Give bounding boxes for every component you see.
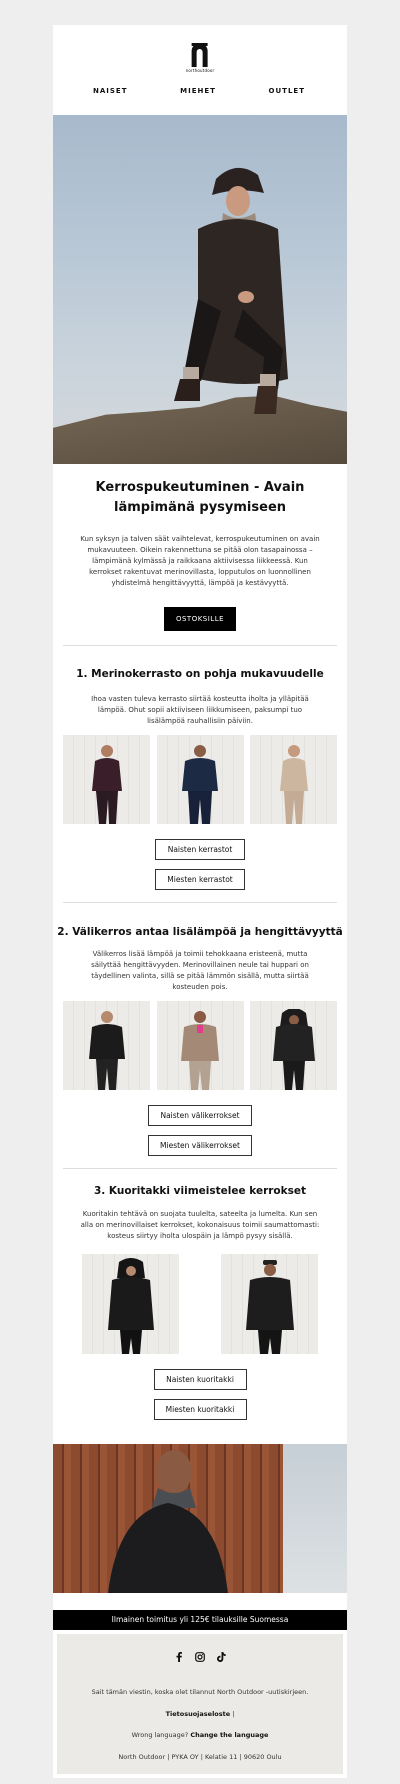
change-language-link[interactable]: Change the language	[190, 1731, 268, 1739]
section2-products	[53, 1001, 347, 1090]
email-container: northoutdoor NAISET MIEHET OUTLET Kerros…	[53, 25, 347, 1778]
brand-logo[interactable]: northoutdoor	[186, 43, 215, 73]
divider	[63, 645, 337, 646]
product-image-men-shell-jacket[interactable]	[221, 1254, 318, 1354]
company-address: North Outdoor | PYKA OY | Kelatie 11 | 9…	[118, 1753, 282, 1761]
mens-midlayers-button[interactable]: Miesten välikerrokset	[148, 1135, 252, 1156]
instagram-icon[interactable]	[194, 1652, 205, 1665]
product-image-women-base-layer-beige[interactable]	[250, 735, 337, 824]
womens-midlayers-button[interactable]: Naisten välikerrokset	[148, 1105, 252, 1126]
product-image-women-base-layer[interactable]	[63, 735, 150, 824]
privacy-policy-link[interactable]: Tietosuojaseloste	[166, 1710, 231, 1718]
social-links	[57, 1652, 343, 1665]
section3-products	[53, 1254, 347, 1354]
product-image-women-shell-jacket[interactable]	[82, 1254, 179, 1354]
email-header: northoutdoor NAISET MIEHET OUTLET	[53, 25, 347, 115]
hero-person-illustration	[174, 167, 288, 414]
nav-outlet[interactable]: OUTLET	[269, 87, 305, 95]
section2-body: Välikerros lisää lämpöä ja toimii tehokk…	[91, 950, 309, 991]
mens-base-layers-button[interactable]: Miesten kerrastot	[155, 869, 245, 890]
product-image-hoodie-black[interactable]	[250, 1001, 337, 1090]
divider	[63, 1168, 337, 1169]
banner-person-illustration	[108, 1450, 228, 1593]
section1-body: Ihoa vasten tuleva kerrasto siirtää kost…	[91, 695, 309, 725]
facebook-icon[interactable]	[175, 1652, 183, 1665]
product-image-men-base-layer[interactable]	[156, 735, 244, 824]
womens-base-layers-button[interactable]: Naisten kerrastot	[155, 839, 245, 860]
email-footer: Sait tämän viestin, koska olet tilannut …	[57, 1634, 343, 1774]
privacy-separator: |	[230, 1710, 235, 1718]
wrong-language-text: Wrong language?	[131, 1731, 189, 1739]
privacy-line: Tietosuojaseloste |	[57, 1709, 343, 1719]
section3-title: 3. Kuoritakki viimeistelee kerrokset	[93, 1185, 307, 1197]
logo-mark-icon	[191, 43, 208, 67]
intro-title: Kerrospukeutuminen - Avain lämpimänä pys…	[95, 480, 305, 515]
subscription-reason: Sait tämän viestin, koska olet tilannut …	[91, 1688, 309, 1696]
product-image-women-midlayer-black[interactable]	[63, 1001, 150, 1090]
lifestyle-banner-image[interactable]	[53, 1444, 347, 1593]
intro-body: Kun syksyn ja talven säät vaihtelevat, k…	[80, 535, 320, 587]
divider	[63, 902, 337, 903]
free-shipping-bar: Ilmainen toimitus yli 125€ tilauksille S…	[53, 1610, 347, 1630]
shop-button[interactable]: OSTOKSILLE	[164, 607, 236, 631]
product-image-women-midlayer-fleece[interactable]	[156, 1001, 244, 1090]
section1-title: 1. Merinokerrasto on pohja mukavuudelle	[76, 668, 324, 680]
section2-title: 2. Välikerros antaa lisälämpöä ja hengit…	[57, 926, 343, 938]
main-nav: NAISET MIEHET OUTLET	[53, 87, 347, 95]
tiktok-icon[interactable]	[216, 1652, 226, 1665]
language-line: Wrong language? Change the language	[57, 1730, 343, 1740]
hero-image[interactable]	[53, 115, 347, 464]
section1-products	[53, 735, 347, 824]
section3-body: Kuoritakin tehtävä on suojata tuulelta, …	[80, 1210, 320, 1240]
womens-shell-jacket-button[interactable]: Naisten kuoritakki	[153, 1369, 247, 1390]
logo-text: northoutdoor	[185, 68, 215, 73]
mens-shell-jacket-button[interactable]: Miesten kuoritakki	[153, 1399, 247, 1420]
nav-naiset[interactable]: NAISET	[93, 87, 127, 95]
nav-miehet[interactable]: MIEHET	[180, 87, 216, 95]
